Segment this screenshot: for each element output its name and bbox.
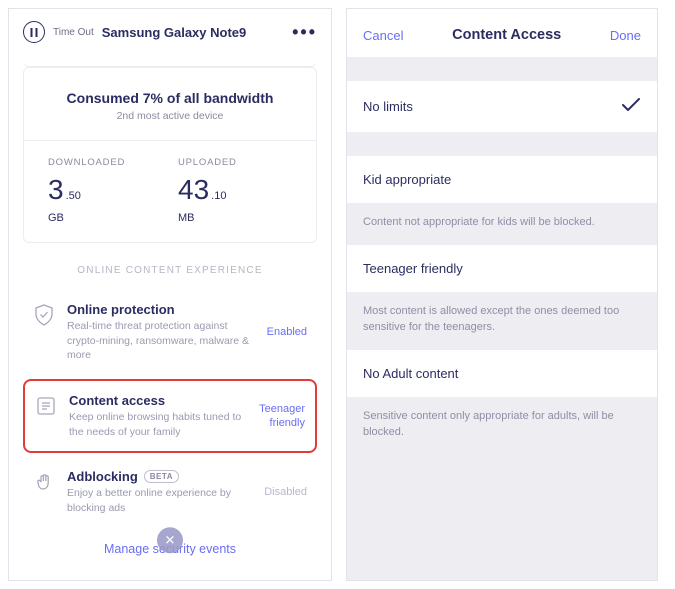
device-header: Time Out Samsung Galaxy Note9 ••• bbox=[9, 9, 331, 53]
pause-icon[interactable] bbox=[23, 21, 45, 43]
content-access-desc: Keep online browsing habits tuned to the… bbox=[69, 410, 247, 439]
adblocking-row[interactable]: Adblocking BETA Enjoy a better online ex… bbox=[23, 457, 317, 527]
options-list: No limits Kid appropriate Content not ap… bbox=[347, 57, 657, 580]
device-detail-screen: Time Out Samsung Galaxy Note9 ••• Consum… bbox=[8, 8, 332, 581]
protection-status: Enabled bbox=[267, 325, 307, 339]
check-icon bbox=[621, 97, 641, 116]
done-button[interactable]: Done bbox=[610, 28, 641, 43]
consumed-block: Consumed 7% of all bandwidth 2nd most ac… bbox=[24, 68, 316, 141]
teen-label: Teenager friendly bbox=[363, 261, 463, 276]
downloaded-unit: GB bbox=[48, 212, 178, 224]
no-limits-label: No limits bbox=[363, 99, 413, 114]
content-access-screen: Cancel Content Access Done No limits Kid… bbox=[346, 8, 658, 581]
content-access-icon bbox=[35, 395, 57, 417]
adblocking-desc: Enjoy a better online experience by bloc… bbox=[67, 486, 252, 515]
nav-title: Content Access bbox=[403, 27, 609, 43]
adblocking-title: Adblocking bbox=[67, 469, 138, 484]
option-no-limits[interactable]: No limits bbox=[347, 81, 657, 132]
card-stub bbox=[23, 53, 317, 67]
uploaded-small: .10 bbox=[211, 190, 226, 202]
option-no-adult[interactable]: No Adult content bbox=[347, 350, 657, 397]
content-access-status: Teenager friendly bbox=[259, 402, 305, 431]
downloaded-big: 3 bbox=[48, 174, 64, 206]
beta-badge: BETA bbox=[144, 470, 179, 483]
adult-label: No Adult content bbox=[363, 366, 458, 381]
content-access-title: Content access bbox=[69, 393, 247, 408]
hand-icon bbox=[33, 471, 55, 493]
downloaded-label: DOWNLOADED bbox=[48, 157, 178, 168]
online-protection-row[interactable]: Online protection Real-time threat prote… bbox=[23, 290, 317, 375]
downloaded-stat: DOWNLOADED 3 .50 GB bbox=[48, 157, 178, 224]
consumed-subtitle: 2nd most active device bbox=[34, 110, 306, 122]
uploaded-label: UPLOADED bbox=[178, 157, 308, 168]
downloaded-small: .50 bbox=[66, 190, 81, 202]
uploaded-unit: MB bbox=[178, 212, 308, 224]
shield-icon bbox=[33, 304, 55, 326]
consumed-title: Consumed 7% of all bandwidth bbox=[34, 90, 306, 106]
kid-label: Kid appropriate bbox=[363, 172, 451, 187]
adult-desc: Sensitive content only appropriate for a… bbox=[347, 397, 657, 455]
uploaded-stat: UPLOADED 43 .10 MB bbox=[178, 157, 308, 224]
teen-desc: Most content is allowed except the ones … bbox=[347, 292, 657, 350]
option-teenager-friendly[interactable]: Teenager friendly bbox=[347, 245, 657, 292]
protection-desc: Real-time threat protection against cryp… bbox=[67, 319, 255, 363]
kid-desc: Content not appropriate for kids will be… bbox=[347, 203, 657, 245]
spacer bbox=[347, 57, 657, 81]
adblocking-status: Disabled bbox=[264, 485, 307, 499]
bandwidth-card: Consumed 7% of all bandwidth 2nd most ac… bbox=[23, 67, 317, 243]
stats-row: DOWNLOADED 3 .50 GB UPLOADED 43 .10 MB bbox=[24, 141, 316, 242]
close-icon[interactable]: ✕ bbox=[157, 527, 183, 553]
manage-security-link[interactable]: Manage security events ✕ bbox=[9, 528, 331, 564]
section-label: ONLINE CONTENT EXPERIENCE bbox=[9, 243, 331, 290]
option-kid-appropriate[interactable]: Kid appropriate bbox=[347, 156, 657, 203]
device-name: Samsung Galaxy Note9 bbox=[102, 25, 284, 40]
cancel-button[interactable]: Cancel bbox=[363, 28, 403, 43]
content-access-row[interactable]: Content access Keep online browsing habi… bbox=[23, 379, 317, 453]
bottom-fill bbox=[347, 455, 657, 580]
nav-bar: Cancel Content Access Done bbox=[347, 9, 657, 57]
spacer bbox=[347, 132, 657, 156]
feature-list: Online protection Real-time threat prote… bbox=[9, 290, 331, 528]
timeout-label: Time Out bbox=[53, 27, 94, 38]
uploaded-big: 43 bbox=[178, 174, 209, 206]
protection-title: Online protection bbox=[67, 302, 255, 317]
more-icon[interactable]: ••• bbox=[292, 22, 317, 43]
